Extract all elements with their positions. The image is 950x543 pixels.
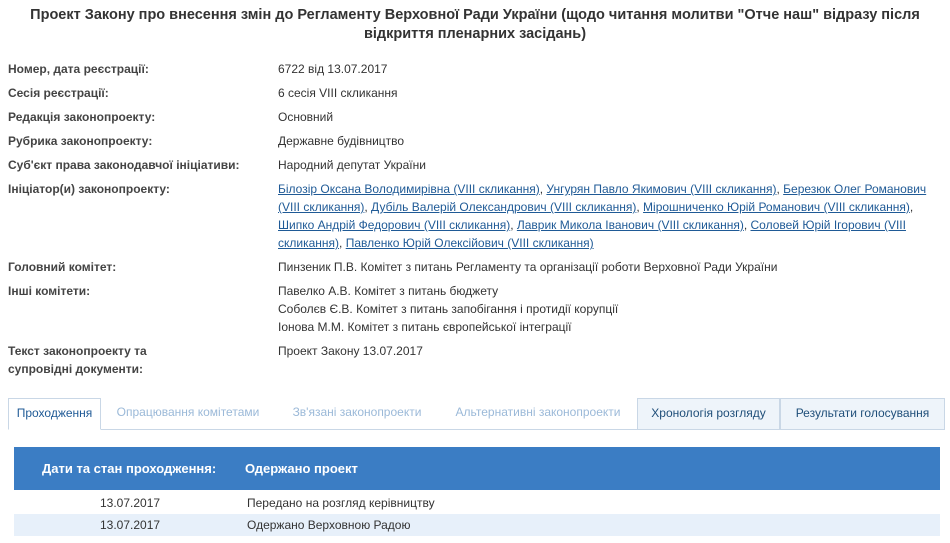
subject-value: Народний депутат України [278,158,426,172]
text-value: Проект Закону 13.07.2017 [278,344,423,358]
registration-value: 6722 від 13.07.2017 [278,62,388,76]
initiator-link[interactable]: Дубіль Валерій Олександрович (VIII склик… [371,200,636,214]
registration-label: Номер, дата реєстрації: [8,62,149,76]
initiators-list: Білозір Оксана Володимирівна (VIII склик… [278,182,927,250]
subject-row: Суб'єкт права законодавчої ініціативи: Н… [0,156,950,180]
table-row: 13.07.2017 Одержано Верховною Радою [14,514,940,536]
other-committees-row: Інші комітети: Павелко А.В. Комітет з пи… [0,282,950,342]
subject-label: Суб'єкт права законодавчої ініціативи: [8,158,240,172]
initiator-link[interactable]: Унгурян Павло Якимович (VIII скликання) [546,182,776,196]
edition-label: Редакція законопроекту: [8,110,156,124]
initiator-link[interactable]: Мірошниченко Юрій Романович (VIII склика… [643,200,910,214]
tab-bar: Проходження Опрацювання комітетами Зв'яз… [8,398,945,430]
other-committees-label: Інші комітети: [8,284,91,298]
tab-alternative-bills[interactable]: Альтернативні законопроекти [439,398,637,429]
rubric-value: Державне будівництво [278,134,405,148]
row-date: 13.07.2017 [100,518,161,532]
table-header: Дати та стан проходження: Одержано проек… [14,447,940,490]
registration-row: Номер, дата реєстрації: 6722 від 13.07.2… [0,60,950,84]
committee-item: Іонова М.М. Комітет з питань європейсько… [278,320,572,334]
tab-linked-bills[interactable]: Зв'язані законопроекти [275,398,439,429]
tab-chronology[interactable]: Хронологія розгляду [637,398,780,429]
committee-item: Павелко А.В. Комітет з питань бюджету [278,284,499,298]
session-value: 6 сесія VIII скликання [278,86,398,100]
initiators-label: Ініціатор(и) законопроекту: [8,182,170,196]
table-row: 13.07.2017 Передано на розгляд керівницт… [14,492,940,514]
committee-item: Соболєв Є.В. Комітет з питань запобіганн… [278,302,619,316]
initiator-link[interactable]: Білозір Оксана Володимирівна (VIII склик… [278,182,540,196]
bill-info: Номер, дата реєстрації: 6722 від 13.07.2… [0,60,950,382]
initiator-link[interactable]: Павленко Юрій Олексійович (VIII скликанн… [346,236,594,250]
tab-voting-results[interactable]: Результати голосування [780,398,945,429]
session-row: Сесія реєстрації: 6 сесія VIII скликання [0,84,950,108]
initiator-link[interactable]: Шипко Андрій Федорович (VIII скликання) [278,218,510,232]
table-header-dates: Дати та стан проходження: [42,461,217,476]
tab-progress[interactable]: Проходження [8,398,101,430]
page-title: Проект Закону про внесення змін до Регла… [30,7,920,42]
main-committee-value: Пинзеник П.В. Комітет з питань Регламент… [278,260,778,274]
row-event: Передано на розгляд керівництву [247,496,435,510]
initiator-link[interactable]: Лаврик Микола Іванович (VIII скликання) [517,218,744,232]
row-event: Одержано Верховною Радою [247,518,411,532]
tab-committee-processing[interactable]: Опрацювання комітетами [101,398,275,429]
main-committee-row: Головний комітет: Пинзеник П.В. Комітет … [0,258,950,282]
text-label: Текст законопроекту та супровідні докуме… [8,344,147,376]
initiators-row: Ініціатор(и) законопроекту: Білозір Окса… [0,180,950,258]
rubric-row: Рубрика законопроекту: Державне будівниц… [0,132,950,156]
rubric-label: Рубрика законопроекту: [8,134,153,148]
row-date: 13.07.2017 [100,496,161,510]
other-committees-list: Павелко А.В. Комітет з питань бюджету Со… [278,282,938,342]
main-committee-label: Головний комітет: [8,260,117,274]
edition-row: Редакція законопроекту: Основний [0,108,950,132]
table-header-status: Одержано проект [245,461,358,476]
text-row: Текст законопроекту та супровідні докуме… [0,342,950,382]
edition-value: Основний [278,110,334,124]
session-label: Сесія реєстрації: [8,86,109,100]
